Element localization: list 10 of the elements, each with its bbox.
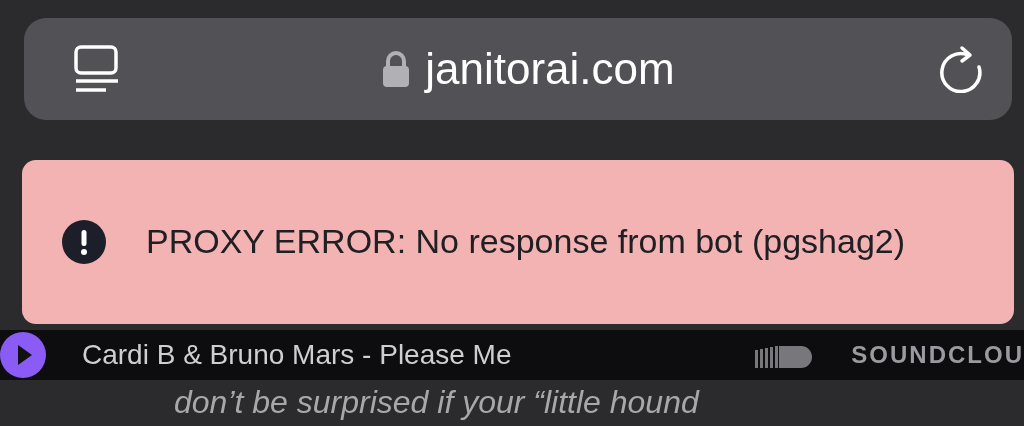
url-text[interactable]: janitorai.com bbox=[425, 44, 675, 94]
track-title: Cardi B & Bruno Mars - Please Me bbox=[82, 339, 513, 371]
tab-overview-icon[interactable] bbox=[74, 45, 120, 93]
error-message: PROXY ERROR: No response from bot (pgshag2) bbox=[146, 221, 906, 263]
brand-label: SOUNDCLOU bbox=[851, 341, 1024, 369]
lock-icon bbox=[383, 51, 410, 87]
story-text: don’t be surprised if your “little hound bbox=[174, 384, 701, 421]
alert-icon bbox=[62, 220, 106, 264]
play-button[interactable] bbox=[0, 332, 46, 378]
reload-icon[interactable] bbox=[938, 45, 984, 93]
